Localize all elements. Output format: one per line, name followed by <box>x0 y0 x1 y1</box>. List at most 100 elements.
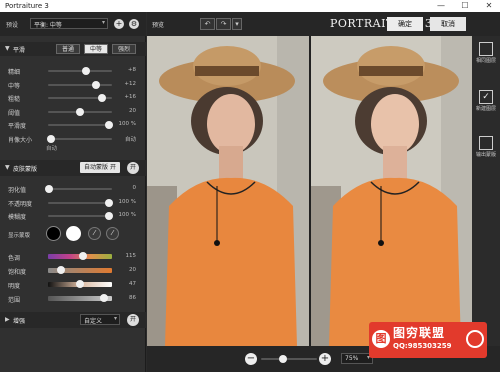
black-mask-swatch[interactable] <box>46 226 61 241</box>
chevron-down-icon: ▾ <box>101 19 105 26</box>
undo-icon[interactable]: ↶ <box>200 18 215 30</box>
ok-button[interactable]: 确定 <box>387 17 423 31</box>
slider-value: 20 <box>129 267 136 273</box>
same-layer-checkbox[interactable] <box>479 42 493 56</box>
slider-value: 47 <box>129 281 136 287</box>
slider-row: 粗糙 +16 <box>4 91 142 104</box>
slider-track[interactable] <box>48 67 112 75</box>
new-layer-checkbox[interactable]: ✓ <box>479 90 493 104</box>
preset-label: 预设 <box>6 22 19 29</box>
enhance-header[interactable]: ▶ 增强 自定义 ▾ 开 <box>0 312 146 328</box>
preset-select[interactable]: 平衡: 中等 ▾ <box>30 18 108 29</box>
preset-row: 预设 平衡: 中等 ▾ + ⚙ <box>0 12 146 36</box>
slider-thumb[interactable] <box>45 185 54 193</box>
zoom-slider-thumb[interactable] <box>279 355 288 363</box>
slider-row: 不透明度 100 % <box>4 196 142 209</box>
preview-label: 预览 <box>152 22 165 29</box>
slider-track[interactable] <box>48 294 112 302</box>
collapse-triangle-icon: ▼ <box>5 164 10 171</box>
slider-value: 100 % <box>118 121 136 127</box>
settings-panel: 预设 平衡: 中等 ▾ + ⚙ ▼ 平滑 普通 中等 强烈 精细 +8 中等 +12 粗… <box>0 12 146 372</box>
slider-label: 羽化值 <box>8 187 27 194</box>
slider-thumb[interactable] <box>56 266 65 274</box>
slider-row: 精细 +8 <box>4 64 142 77</box>
skin-mask-header[interactable]: ▼ 皮肤蒙版 自动蒙版 开 开 <box>0 160 146 176</box>
slider-label: 不透明度 <box>8 200 33 208</box>
zoom-in-button[interactable]: + <box>319 353 331 365</box>
smoothing-header[interactable]: ▼ 平滑 普通 中等 强烈 <box>0 42 146 56</box>
slider-thumb[interactable] <box>104 198 113 207</box>
portraiture-app: Portraiture 3 — ☐ ✕ 预设 平衡: 中等 ▾ + ⚙ ▼ 平滑… <box>0 0 500 372</box>
watermark-title: 图穷联盟 <box>393 326 446 340</box>
flame-logo-icon <box>466 330 484 348</box>
slider-track[interactable] <box>48 80 112 89</box>
slider-thumb[interactable] <box>104 121 113 129</box>
watermark-logo-icon: 图 <box>372 330 390 348</box>
history-dropdown-icon[interactable]: ▾ <box>232 18 242 30</box>
gear-icon[interactable]: ⚙ <box>129 19 139 29</box>
slider-label: 色调 <box>8 255 21 262</box>
watermark-badge: 图 图穷联盟 QQ:985303259 <box>369 322 487 358</box>
slider-track[interactable] <box>48 252 112 260</box>
add-preset-button[interactable]: + <box>114 19 124 29</box>
slider-track[interactable] <box>48 280 112 288</box>
mode-normal[interactable]: 普通 <box>56 44 80 54</box>
slider-label: 范围 <box>8 297 21 304</box>
slider-track[interactable] <box>48 212 113 220</box>
slider-row: 范围 86 <box>4 292 142 305</box>
preset-value: 平衡: 中等 <box>34 22 62 29</box>
close-window-button[interactable]: ✕ <box>478 0 500 12</box>
eyedropper-icon[interactable]: ⁄ <box>88 227 101 240</box>
slider-row: 阈值 20 <box>4 105 142 118</box>
slider-value: 100 % <box>118 212 136 218</box>
zoom-slider[interactable] <box>261 355 317 363</box>
slider-row: 平滑度 100 % <box>4 118 142 131</box>
slider-thumb[interactable] <box>92 80 100 89</box>
top-toolbar: 预览 ↶ ↷ ▾ PORTRAITURE 3ai 确定 取消 <box>147 12 500 36</box>
collapse-triangle-icon: ▼ <box>5 45 10 52</box>
slider-track[interactable] <box>48 198 113 207</box>
zoom-out-button[interactable]: − <box>245 353 257 365</box>
eyedropper-plus-icon[interactable]: ⁄ <box>106 227 119 240</box>
redo-icon[interactable]: ↷ <box>216 18 231 30</box>
mode-medium[interactable]: 中等 <box>84 44 108 54</box>
skin-mask-title: 皮肤蒙版 <box>13 166 38 173</box>
slider-thumb[interactable] <box>100 294 109 302</box>
enhance-toggle[interactable]: 开 <box>127 314 139 326</box>
slider-row: 饱和度 20 <box>4 264 142 277</box>
slider-thumb[interactable] <box>82 67 91 75</box>
slider-thumb[interactable] <box>79 252 88 260</box>
slider-label: 精细 <box>8 69 21 76</box>
slider-value: 自动 <box>124 136 136 143</box>
skin-mask-toggle[interactable]: 开 <box>127 162 139 174</box>
slider-label: 粗糙 <box>8 96 21 103</box>
slider-thumb[interactable] <box>76 107 84 116</box>
output-mask-checkbox[interactable] <box>479 136 493 150</box>
slider-track[interactable] <box>45 185 112 193</box>
slider-thumb[interactable] <box>47 134 56 143</box>
preview-area[interactable] <box>147 36 472 346</box>
window-title: Portraiture 3 <box>5 2 49 10</box>
slider-value: 115 <box>125 253 137 259</box>
slider-value: 86 <box>129 295 136 301</box>
slider-row: 色调 115 <box>4 250 142 263</box>
maximize-button[interactable]: ☐ <box>454 0 476 12</box>
enhance-preset-select[interactable]: 自定义 ▾ <box>80 314 120 325</box>
white-mask-swatch[interactable] <box>66 226 81 241</box>
slider-track[interactable] <box>48 107 112 116</box>
slider-track[interactable] <box>48 266 112 274</box>
auto-mask-button[interactable]: 自动蒙版 开 <box>80 162 120 173</box>
slider-thumb[interactable] <box>76 280 84 288</box>
cancel-button[interactable]: 取消 <box>430 17 466 31</box>
slider-track[interactable] <box>48 121 113 129</box>
minimize-button[interactable]: — <box>430 0 452 12</box>
slider-thumb[interactable] <box>98 94 107 102</box>
slider-track[interactable] <box>48 94 112 102</box>
slider-label: 中等 <box>8 82 21 90</box>
slider-value: +16 <box>124 94 136 100</box>
slider-value: 0 <box>132 185 137 191</box>
slider-thumb[interactable] <box>104 212 113 220</box>
mode-strong[interactable]: 强烈 <box>112 44 136 54</box>
slider-track[interactable] <box>47 134 112 143</box>
slider-row: 羽化值 0 <box>4 182 142 195</box>
